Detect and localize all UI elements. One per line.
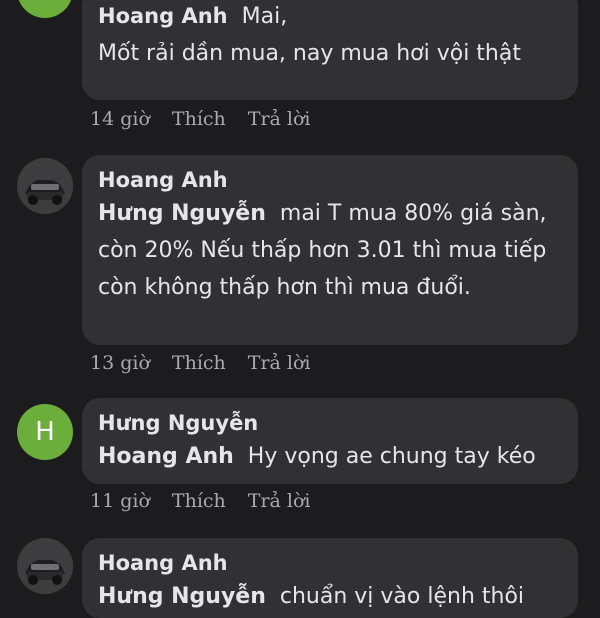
comment-mention[interactable]: Hoang Anh bbox=[98, 444, 234, 469]
reply-button[interactable]: Trả lời bbox=[248, 352, 311, 374]
comment-text: Hưng Nguyễn chuẩn vị vào lệnh thôi bbox=[98, 578, 562, 615]
comment-body: chuẩn vị vào lệnh thôi bbox=[279, 584, 525, 609]
comment-text: Hưng Nguyễn mai T mua 80% giá sàn, còn 2… bbox=[98, 195, 562, 306]
avatar[interactable] bbox=[17, 0, 73, 18]
reply-button[interactable]: Trả lời bbox=[248, 490, 311, 512]
car-photo-icon bbox=[17, 538, 73, 594]
comment-time: 13 giờ bbox=[90, 352, 150, 374]
comment-meta: 11 giờ Thích Trả lời bbox=[90, 490, 311, 512]
comment-meta: 13 giờ Thích Trả lời bbox=[90, 352, 311, 374]
comment-mention[interactable]: Hưng Nguyễn bbox=[98, 584, 266, 609]
comment-author[interactable]: Hoang Anh bbox=[98, 4, 228, 28]
comment-mention[interactable]: Mai, bbox=[242, 4, 288, 29]
avatar[interactable]: H bbox=[17, 404, 73, 460]
comment-bubble: Hoang Anh Mai, Mốt rải dần mua, nay mua … bbox=[82, 0, 578, 100]
comment-body: Hy vọng ae chung tay kéo bbox=[247, 444, 536, 469]
comment-text: Hoang Anh Mai, Mốt rải dần mua, nay mua … bbox=[98, 0, 562, 72]
avatar[interactable] bbox=[17, 538, 73, 594]
comment-time: 14 giờ bbox=[90, 108, 150, 130]
car-photo-icon bbox=[17, 158, 73, 214]
comment-text: Hoang Anh Hy vọng ae chung tay kéo bbox=[98, 438, 562, 475]
comment-body: Mốt rải dần mua, nay mua hơi vội thật bbox=[98, 41, 521, 66]
comment-bubble: Hưng Nguyễn Hoang Anh Hy vọng ae chung t… bbox=[82, 398, 578, 484]
avatar[interactable] bbox=[17, 158, 73, 214]
comment-time: 11 giờ bbox=[90, 490, 150, 512]
comment-bubble: Hoang Anh Hưng Nguyễn chuẩn vị vào lệnh … bbox=[82, 538, 578, 618]
like-button[interactable]: Thích bbox=[172, 490, 226, 512]
reply-button[interactable]: Trả lời bbox=[248, 108, 311, 130]
avatar-letter: H bbox=[35, 417, 55, 447]
comment-author[interactable]: Hoang Anh bbox=[98, 548, 562, 578]
comment-author[interactable]: Hoang Anh bbox=[98, 165, 562, 195]
comment-author[interactable]: Hưng Nguyễn bbox=[98, 408, 562, 438]
comment-bubble: Hoang Anh Hưng Nguyễn mai T mua 80% giá … bbox=[82, 155, 578, 345]
like-button[interactable]: Thích bbox=[172, 352, 226, 374]
comment-mention[interactable]: Hưng Nguyễn bbox=[98, 201, 266, 226]
comment-meta: 14 giờ Thích Trả lời bbox=[90, 108, 311, 130]
like-button[interactable]: Thích bbox=[172, 108, 226, 130]
